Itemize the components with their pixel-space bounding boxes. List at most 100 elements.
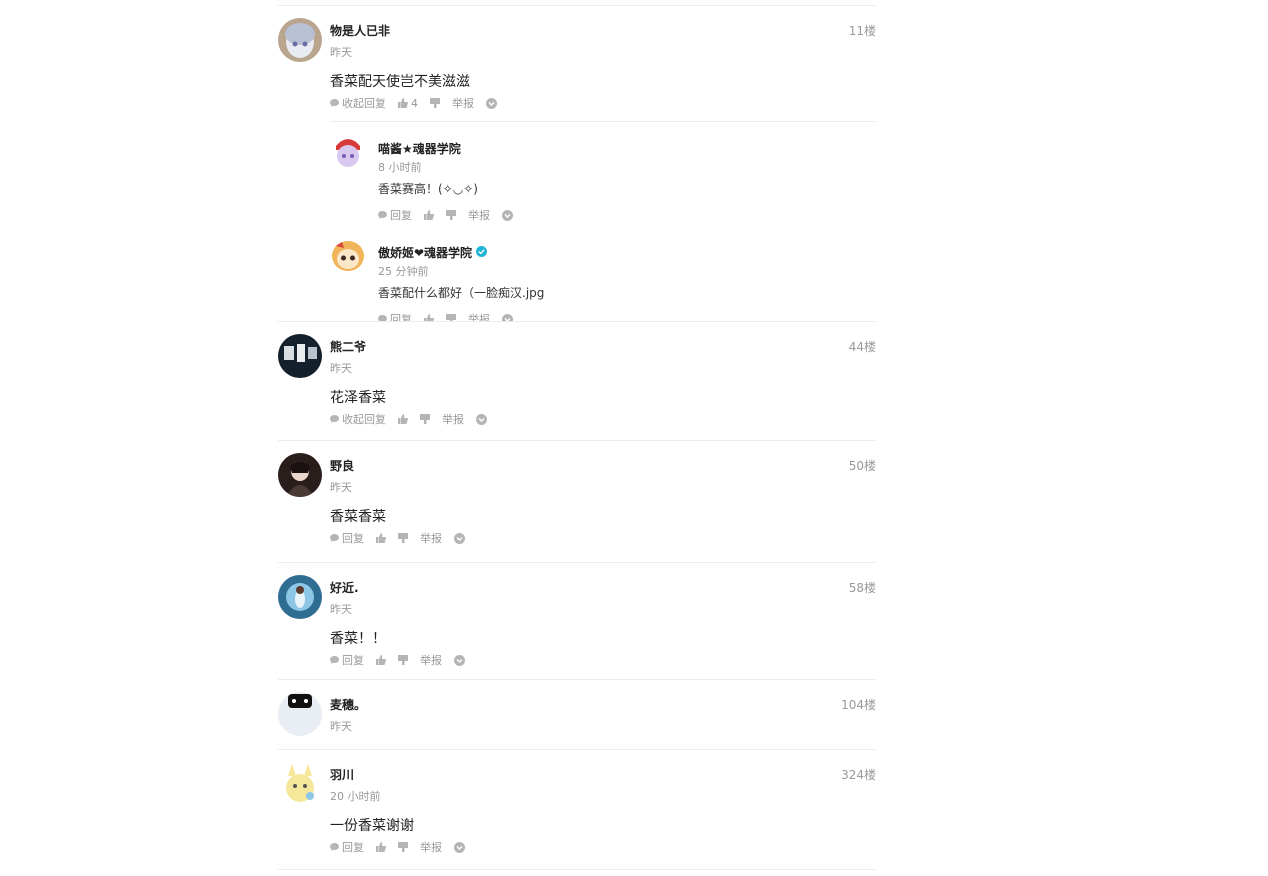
floor-number: 104楼 — [841, 698, 876, 712]
reply-button[interactable]: 回复 — [330, 839, 364, 855]
thumbs-up-icon — [424, 210, 434, 220]
like-button[interactable]: 4 — [398, 97, 418, 110]
more-button[interactable] — [502, 209, 513, 221]
comment-item: 物是人已非 11楼 昨天 香菜配天使岂不美滋滋 收起回复 4 举报 喵酱★魂器学… — [278, 18, 876, 322]
like-button[interactable] — [376, 533, 386, 543]
reply-actions: 回复 举报 — [378, 208, 525, 222]
timestamp: 昨天 — [330, 46, 352, 59]
comment-icon — [330, 534, 339, 542]
username[interactable]: 野良 — [330, 457, 354, 474]
username[interactable]: 好近. — [330, 579, 359, 596]
divider — [278, 869, 876, 870]
floor-number: 58楼 — [848, 581, 876, 595]
more-circle-icon — [454, 532, 465, 544]
timestamp: 昨天 — [330, 481, 352, 494]
avatar[interactable] — [278, 18, 322, 62]
report-button[interactable]: 举报 — [442, 411, 464, 427]
comment-text: 香菜香菜 — [330, 509, 386, 525]
thumbs-down-icon — [420, 414, 430, 424]
more-button[interactable] — [486, 97, 497, 109]
more-circle-icon — [476, 413, 487, 425]
avatar[interactable] — [278, 762, 322, 806]
comment-actions: 回复 举报 — [330, 840, 477, 854]
like-button[interactable] — [376, 655, 386, 665]
comment-item: 熊二爷 44楼 昨天 花泽香菜 收起回复 举报 — [278, 334, 876, 434]
divider — [278, 321, 876, 322]
reply-text: 香菜配什么都好（一脸痴汉.jpg — [378, 286, 545, 300]
floor-number: 50楼 — [848, 459, 876, 473]
divider — [278, 679, 876, 680]
comment-icon — [378, 211, 387, 219]
timestamp: 20 小时前 — [330, 790, 381, 803]
more-button[interactable] — [454, 532, 465, 544]
avatar[interactable] — [330, 238, 366, 274]
reply-item: 喵酱★魂器学院 8 小时前 香菜赛高！(✧◡✧) 回复 举报 — [330, 134, 876, 224]
more-button[interactable] — [476, 413, 487, 425]
comment-icon — [330, 656, 339, 664]
timestamp: 昨天 — [330, 362, 352, 375]
comment-text: 香菜配天使岂不美滋滋 — [330, 74, 470, 90]
comment-icon — [330, 843, 339, 851]
reply-button[interactable]: 回复 — [330, 652, 364, 668]
reply-button[interactable]: 回复 — [330, 530, 364, 546]
timestamp: 昨天 — [330, 720, 352, 733]
more-button[interactable] — [454, 654, 465, 666]
like-button[interactable] — [424, 210, 434, 220]
avatar[interactable] — [278, 453, 322, 497]
thumbs-up-icon — [398, 414, 408, 424]
dislike-button[interactable] — [430, 98, 440, 108]
dislike-button[interactable] — [420, 414, 430, 424]
comment-item: 好近. 58楼 昨天 香菜！！ 回复 举报 — [278, 575, 876, 675]
report-button[interactable]: 举报 — [420, 530, 442, 546]
comment-actions: 收起回复 4 举报 — [330, 96, 509, 110]
like-count: 4 — [411, 96, 418, 110]
more-circle-icon — [502, 209, 513, 221]
avatar[interactable] — [278, 692, 322, 736]
verified-badge-icon — [476, 245, 488, 260]
floor-number: 324楼 — [841, 768, 876, 782]
reply-label: 回复 — [390, 209, 412, 222]
divider — [278, 440, 876, 441]
more-button[interactable] — [454, 841, 465, 853]
thumbs-up-icon — [376, 655, 386, 665]
toggle-replies-button[interactable]: 收起回复 — [330, 411, 386, 427]
divider — [278, 562, 876, 563]
avatar[interactable] — [278, 575, 322, 619]
divider — [278, 5, 876, 6]
thumbs-up-icon — [376, 842, 386, 852]
report-button[interactable]: 举报 — [420, 839, 442, 855]
comment-actions: 收起回复 举报 — [330, 412, 499, 426]
thumbs-down-icon — [446, 210, 456, 220]
comment-item: 羽川 324楼 20 小时前 一份香菜谢谢 回复 举报 — [278, 762, 876, 862]
report-button[interactable]: 举报 — [468, 207, 490, 223]
timestamp: 昨天 — [330, 603, 352, 616]
dislike-button[interactable] — [446, 210, 456, 220]
dislike-button[interactable] — [398, 842, 408, 852]
report-button[interactable]: 举报 — [452, 95, 474, 111]
reply-label: 回复 — [342, 654, 364, 667]
reply-label: 回复 — [342, 841, 364, 854]
reply-button[interactable]: 回复 — [378, 207, 412, 223]
more-circle-icon — [454, 654, 465, 666]
floor-number: 11楼 — [848, 24, 876, 38]
like-button[interactable] — [376, 842, 386, 852]
username-text: 傲娇姬❤魂器学院 — [378, 246, 473, 260]
avatar[interactable] — [330, 134, 366, 170]
username[interactable]: 熊二爷 — [330, 338, 366, 355]
thumbs-up-icon — [398, 98, 408, 108]
toggle-replies-button[interactable]: 收起回复 — [330, 95, 386, 111]
dislike-button[interactable] — [398, 533, 408, 543]
report-button[interactable]: 举报 — [420, 652, 442, 668]
reply-label: 收起回复 — [342, 413, 386, 426]
avatar[interactable] — [278, 334, 322, 378]
username[interactable]: 麦穗。 — [330, 696, 366, 713]
username[interactable]: 羽川 — [330, 766, 354, 783]
comment-actions: 回复 举报 — [330, 653, 477, 667]
username[interactable]: 傲娇姬❤魂器学院 — [378, 244, 488, 261]
like-button[interactable] — [398, 414, 408, 424]
username[interactable]: 喵酱★魂器学院 — [378, 140, 461, 157]
reply-text: 香菜赛高！(✧◡✧) — [378, 182, 478, 196]
username[interactable]: 物是人已非 — [330, 22, 390, 39]
comment-item: 麦穗。 104楼 昨天 — [278, 692, 876, 742]
dislike-button[interactable] — [398, 655, 408, 665]
